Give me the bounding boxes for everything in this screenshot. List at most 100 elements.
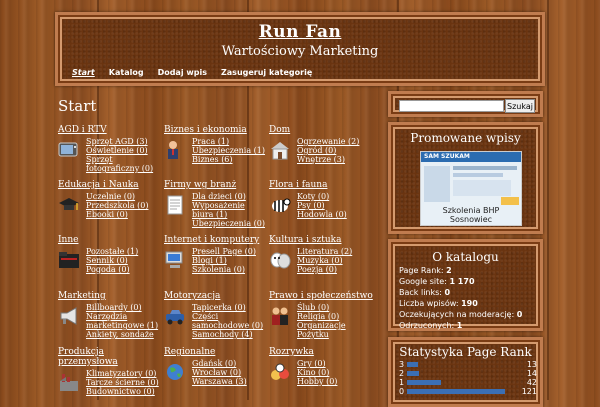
subcategory-link[interactable]: Pozostałe (1) xyxy=(86,247,168,256)
search-input[interactable] xyxy=(399,100,504,112)
category-title-link[interactable]: Biznes i ekonomia xyxy=(164,125,274,135)
factory-icon xyxy=(58,372,80,392)
stat-value: 0 xyxy=(444,288,451,297)
category-title-link[interactable]: Flora i fauna xyxy=(269,180,379,190)
site-title-link[interactable]: Run Fan xyxy=(58,22,542,42)
category-title-link[interactable]: Dom xyxy=(269,125,379,135)
subcategory-link[interactable]: Sennik (0) xyxy=(86,256,168,265)
category-block: Regionalne Gdańsk (0) Wrocław (0) Warszawa … xyxy=(164,347,274,386)
nav-dodaj-wpis[interactable]: Dodaj wpis xyxy=(158,68,207,77)
pagerank-row: 3 13 xyxy=(399,360,537,369)
category-title-link[interactable]: Motoryzacja xyxy=(164,291,274,301)
subcategory-link[interactable]: Psy (0) xyxy=(297,201,379,210)
subcategory-link[interactable]: marketingowe (1) xyxy=(86,321,168,330)
main-nav: Start Katalog Dodaj wpis Zasugeruj kateg… xyxy=(72,68,326,77)
subcategory-link[interactable]: Literatura (2) xyxy=(297,247,379,256)
subcategory-link[interactable]: Pożytku xyxy=(297,330,379,339)
subcategory-link[interactable]: Ślub (0) xyxy=(297,303,379,312)
subcategory-link[interactable]: Ankiety, sondaże xyxy=(86,330,168,339)
subcategory-link[interactable]: Części xyxy=(192,312,274,321)
subcategory-link[interactable]: Tarcze ścierne (0) xyxy=(86,378,168,387)
subcategory-link[interactable]: Ubezpieczenia (1) xyxy=(192,146,274,155)
category-title-link[interactable]: Prawo i społeczeństwo xyxy=(269,291,379,301)
nav-katalog[interactable]: Katalog xyxy=(109,68,144,77)
category-title-link[interactable]: AGD i RTV xyxy=(58,125,168,135)
subcategory-link[interactable]: Wrocław (0) xyxy=(192,368,274,377)
subcategory-link[interactable]: Biznes (6) xyxy=(192,155,274,164)
subcategory-link[interactable]: Ogród (0) xyxy=(297,146,379,155)
about-stat-row: Odrzuconych: 1 xyxy=(399,321,462,330)
stat-value: 190 xyxy=(461,299,478,308)
subcategory-list: Ogrzewanie (2) Ogród (0) Wnętrze (3) xyxy=(297,137,379,164)
category-title-link-line2[interactable]: przemysłowa xyxy=(58,357,168,367)
category-title-link[interactable]: Rozrywka xyxy=(269,347,379,357)
subcategory-link[interactable]: Praca (1) xyxy=(192,137,274,146)
subcategory-list: Uczelnie (0) Przedszkola (0) Ebooki (0) xyxy=(86,192,168,219)
subcategory-link[interactable]: Ubezpieczenia (0) xyxy=(192,219,274,228)
subcategory-link[interactable]: Klimatyzatory (0) xyxy=(86,369,168,378)
subcategory-link[interactable]: Kino (0) xyxy=(297,368,379,377)
nav-start[interactable]: Start xyxy=(72,68,95,77)
subcategory-link[interactable]: Narzędzia xyxy=(86,312,168,321)
thumbnail-content-block xyxy=(453,180,511,196)
subcategory-link[interactable]: Religia (0) xyxy=(297,312,379,321)
subcategory-link[interactable]: Przedszkola (0) xyxy=(86,201,168,210)
subcategory-link[interactable]: Muzyka (0) xyxy=(297,256,379,265)
subcategory-link[interactable]: Hodowla (0) xyxy=(297,210,379,219)
subcategory-link[interactable]: Uczelnie (0) xyxy=(86,192,168,201)
subcategory-link[interactable]: biura (1) xyxy=(192,210,274,219)
subcategory-link[interactable]: Koty (0) xyxy=(297,192,379,201)
category-title-link[interactable]: Firmy wg branż xyxy=(164,180,274,190)
subcategory-link[interactable]: Ogrzewanie (2) xyxy=(297,137,379,146)
stat-label: Oczekujących na moderację: xyxy=(399,310,515,319)
subcategory-link[interactable]: Pogoda (0) xyxy=(86,265,168,274)
category-title-link[interactable]: Internet i komputery xyxy=(164,235,274,245)
site-subtitle: Wartościowy Marketing xyxy=(221,44,379,59)
subcategory-link[interactable]: Ebooki (0) xyxy=(86,210,168,219)
search-panel: Szukaj xyxy=(388,91,543,117)
subcategory-link[interactable]: Sprzęt AGD (3) xyxy=(86,137,168,146)
subcategory-link[interactable]: Sprzęt xyxy=(86,155,168,164)
search-button[interactable]: Szukaj xyxy=(505,99,535,113)
about-panel: O katalogu Page Rank: 2 Google site: 1 17… xyxy=(388,239,543,331)
category-title-link[interactable]: Marketing xyxy=(58,291,168,301)
pagerank-rank: 1 xyxy=(399,378,405,387)
subcategory-link[interactable]: Wnętrze (3) xyxy=(297,155,379,164)
subcategory-link[interactable]: Hobby (0) xyxy=(297,377,379,386)
promoted-caption-line1: Szkolenia BHP xyxy=(442,206,500,215)
subcategory-link[interactable]: Dla dzieci (0) xyxy=(192,192,274,201)
subcategory-link[interactable]: Tapicerka (0) xyxy=(192,303,274,312)
category-block: Biznes i ekonomia Praca (1) Ubezpieczenia … xyxy=(164,125,274,164)
subcategory-link[interactable]: Wyposażenie xyxy=(192,201,274,210)
pagerank-count: 14 xyxy=(526,369,537,378)
subcategory-list: Presell Page (0) Blogi (1) Szkolenia (0) xyxy=(192,247,274,274)
category-body: Presell Page (0) Blogi (1) Szkolenia (0) xyxy=(164,247,274,274)
category-block: Firmy wg branż Dla dzieci (0) Wyposażenie b… xyxy=(164,180,274,228)
subcategory-link[interactable]: Presell Page (0) xyxy=(192,247,274,256)
promoted-entry-thumbnail[interactable]: SAM SZUKAM Szkolenia BHP Sosnowiec xyxy=(420,151,522,226)
subcategory-link[interactable]: Warszawa (3) xyxy=(192,377,274,386)
subcategory-link[interactable]: Blogi (1) xyxy=(192,256,274,265)
subcategory-link[interactable]: samochodowe (0) xyxy=(192,321,274,330)
category-title-link[interactable]: Kultura i sztuka xyxy=(269,235,379,245)
subcategory-link[interactable]: Budownictwo (0) xyxy=(86,387,168,396)
category-title-link[interactable]: Regionalne xyxy=(164,347,274,357)
subcategory-link[interactable]: Gry (0) xyxy=(297,359,379,368)
pagerank-rank: 3 xyxy=(399,360,405,369)
stat-label: Page Rank: xyxy=(399,266,444,275)
nav-zasugeruj-kategorie[interactable]: Zasugeruj kategorię xyxy=(221,68,312,77)
subcategory-link[interactable]: Samochody (4) xyxy=(192,330,274,339)
subcategory-link[interactable]: Billboardy (0) xyxy=(86,303,168,312)
subcategory-link[interactable]: fotograficzny (0) xyxy=(86,164,168,173)
subcategory-link[interactable]: Poezja (0) xyxy=(297,265,379,274)
businessman-icon xyxy=(164,140,186,160)
category-title-link[interactable]: Produkcja xyxy=(58,347,168,357)
category-title-link[interactable]: Inne xyxy=(58,235,168,245)
subcategory-link[interactable]: Organizacje xyxy=(297,321,379,330)
subcategory-link[interactable]: Gdańsk (0) xyxy=(192,359,274,368)
stat-value: 1 170 xyxy=(449,277,475,286)
subcategory-link[interactable]: Oświetlenie (0) xyxy=(86,146,168,155)
subcategory-link[interactable]: Szkolenia (0) xyxy=(192,265,274,274)
pagerank-row: 1 42 xyxy=(399,378,537,387)
category-title-link[interactable]: Edukacja i Nauka xyxy=(58,180,168,190)
